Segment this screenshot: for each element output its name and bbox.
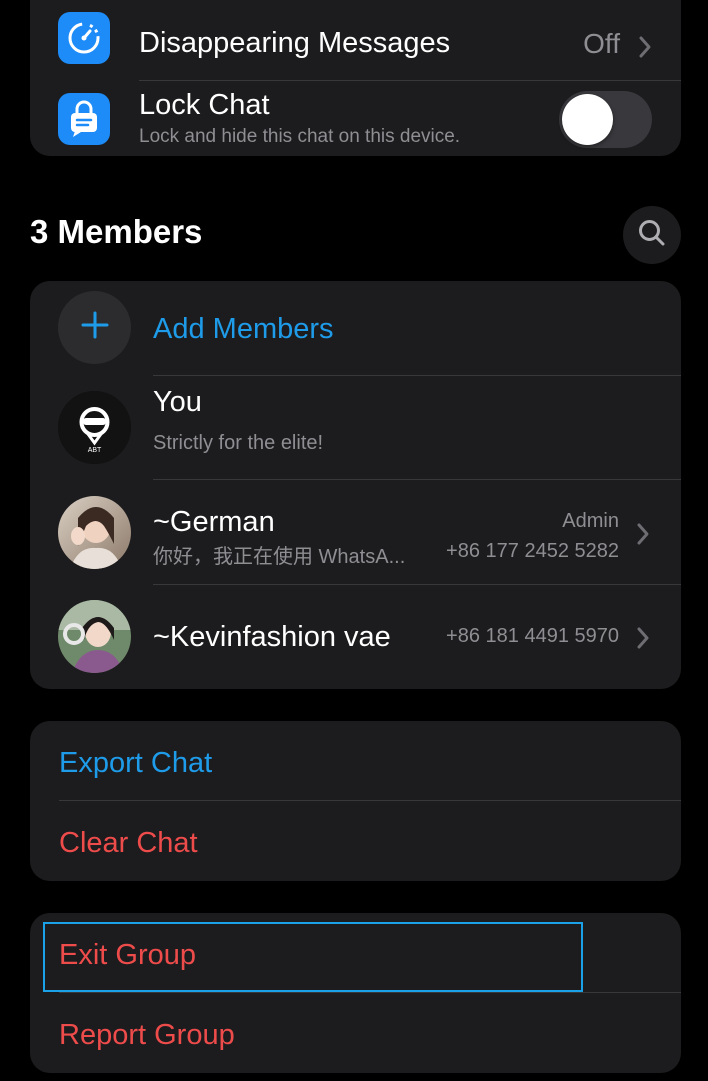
avatar-logo-text: ABT [87, 447, 102, 454]
member-name: You [153, 386, 202, 418]
member-row-you[interactable]: ABT You Strictly for the elite! [30, 376, 681, 479]
search-members-button[interactable] [623, 206, 681, 264]
member-name: ~German [153, 506, 275, 538]
disappearing-messages-value: Off [583, 28, 620, 59]
lock-chat-label: Lock Chat [139, 89, 270, 121]
export-chat-button[interactable]: Export Chat [59, 747, 212, 780]
timer-icon [58, 12, 110, 64]
row-divider [59, 800, 681, 801]
avatar [58, 600, 131, 673]
exit-group-highlight [43, 922, 583, 992]
lock-chat-toggle[interactable] [559, 91, 652, 148]
settings-card: Disappearing Messages Off Lock Chat Lock… [30, 0, 681, 156]
lock-chat-row: Lock Chat Lock and hide this chat on thi… [30, 81, 681, 156]
add-members-label: Add Members [153, 313, 334, 345]
admin-badge: Admin [562, 510, 619, 532]
add-members-circle [58, 291, 131, 364]
disappearing-messages-row[interactable]: Disappearing Messages Off [30, 0, 681, 78]
chevron-right-icon [635, 521, 651, 547]
toggle-knob [562, 94, 613, 145]
avatar: ABT [58, 391, 131, 464]
member-status: 你好，我正在使用 WhatsA... [153, 546, 406, 568]
members-card: Add Members ABT You Strictly for the eli… [30, 281, 681, 689]
avatar [58, 496, 131, 569]
lock-chat-subtitle: Lock and hide this chat on this device. [139, 126, 461, 147]
member-name: ~Kevinfashion vae [153, 621, 391, 653]
chevron-right-icon [637, 34, 653, 60]
row-divider [59, 992, 681, 993]
search-icon [637, 218, 667, 253]
chevron-right-icon [635, 625, 651, 651]
add-members-row[interactable]: Add Members [30, 281, 681, 375]
group-info-screen: Disappearing Messages Off Lock Chat Lock… [0, 0, 708, 1081]
chat-actions-card: Export Chat Clear Chat [30, 721, 681, 881]
member-status: Strictly for the elite! [153, 432, 324, 454]
member-row-german[interactable]: ~German 你好，我正在使用 WhatsA... Admin +86 177… [30, 480, 681, 585]
member-row-kevin[interactable]: ~Kevinfashion vae +86 181 4491 5970 [30, 585, 681, 689]
member-phone: +86 177 2452 5282 [446, 540, 619, 562]
lock-chat-icon [58, 93, 110, 145]
clear-chat-button[interactable]: Clear Chat [59, 827, 198, 860]
report-group-button[interactable]: Report Group [59, 1019, 235, 1052]
plus-icon [81, 311, 109, 344]
members-count-title: 3 Members [30, 213, 203, 250]
member-phone: +86 181 4491 5970 [446, 625, 619, 647]
disappearing-messages-label: Disappearing Messages [139, 27, 451, 59]
